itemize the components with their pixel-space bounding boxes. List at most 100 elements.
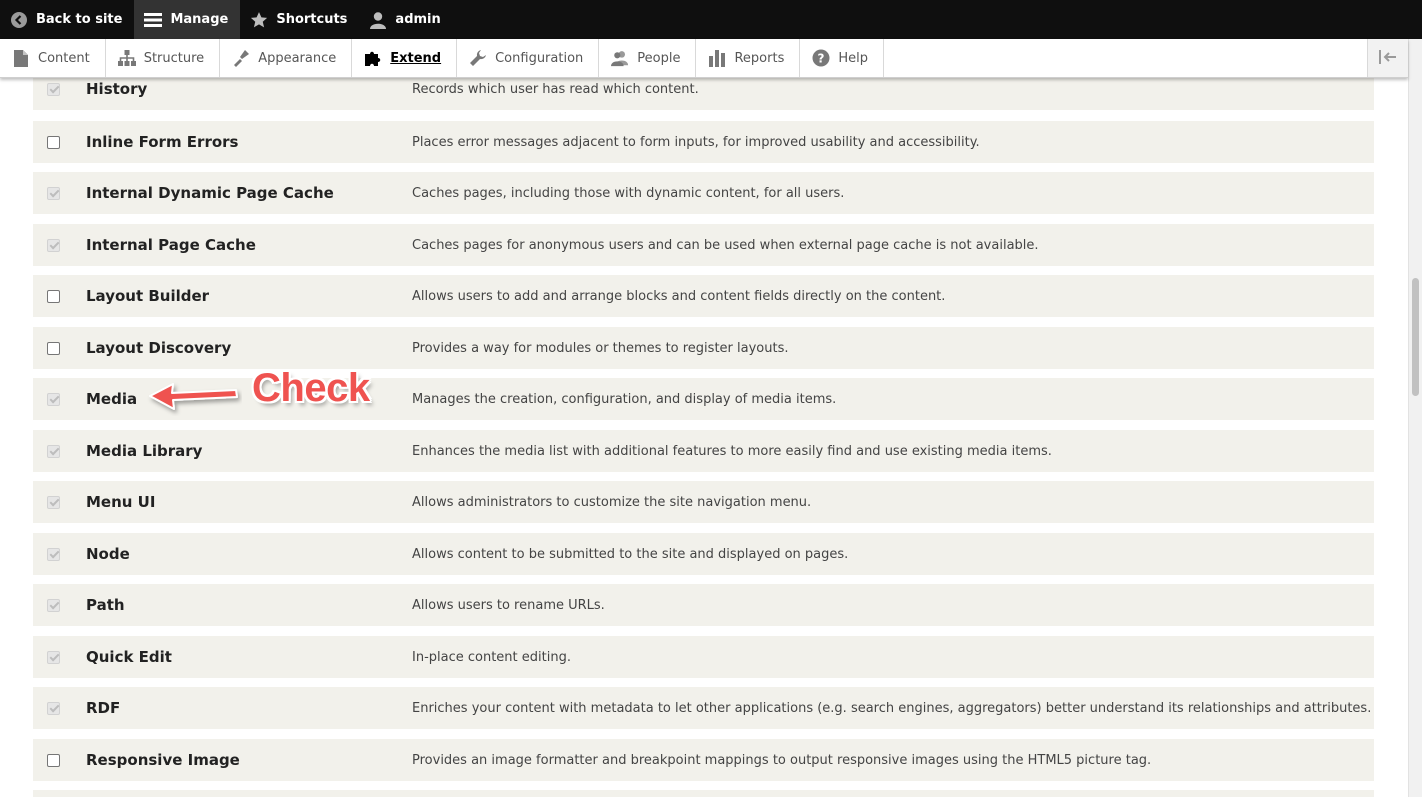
tray-item-reports[interactable]: Reports <box>696 39 801 77</box>
module-name[interactable]: Layout Builder <box>86 287 209 305</box>
tray-item-people[interactable]: People <box>599 39 697 77</box>
tray-item-help[interactable]: ? Help <box>800 39 884 77</box>
module-checkbox <box>47 495 60 509</box>
back-to-site-link[interactable]: Back to site <box>0 0 134 39</box>
module-row-inline-form-errors: Inline Form Errors Places error messages… <box>33 121 1374 163</box>
star-icon <box>250 11 268 29</box>
annotation-arrow-icon <box>149 383 238 410</box>
user-label: admin <box>395 12 441 27</box>
module-row-quick-edit: Quick Edit In-place content editing. <box>33 636 1374 678</box>
module-description: Allows content to be submitted to the si… <box>412 546 849 562</box>
module-row-path: Path Allows users to rename URLs. <box>33 584 1374 626</box>
module-description: Manages the creation, configuration, and… <box>412 391 837 407</box>
shortcuts-label: Shortcuts <box>276 12 348 27</box>
shortcuts-tab[interactable]: Shortcuts <box>240 0 359 39</box>
module-description: Provides an image formatter and breakpoi… <box>412 752 1152 768</box>
module-description: Caches pages, including those with dynam… <box>412 185 845 201</box>
admin-toolbar: Back to site Manage Shortcuts admin <box>0 0 1422 39</box>
tray-label: Reports <box>734 50 785 66</box>
module-checkbox <box>47 238 60 252</box>
tray-item-extend[interactable]: Extend <box>352 39 458 77</box>
tray-item-appearance[interactable]: Appearance <box>220 39 353 77</box>
module-checkbox <box>47 598 60 612</box>
module-description: Caches pages for anonymous users and can… <box>412 237 1039 253</box>
module-checkbox <box>47 650 60 664</box>
paintbrush-icon <box>232 49 250 67</box>
module-description: Allows administrators to customize the s… <box>412 494 812 510</box>
tray-label: Structure <box>143 50 205 66</box>
module-description: In-place content editing. <box>412 649 571 665</box>
bar-chart-icon <box>708 49 726 67</box>
people-icon <box>611 49 629 67</box>
tray-item-configuration[interactable]: Configuration <box>457 39 600 77</box>
module-row-layout-builder: Layout Builder Allows users to add and a… <box>33 275 1374 317</box>
module-description: Allows users to rename URLs. <box>412 597 605 613</box>
user-icon <box>369 11 387 29</box>
module-name[interactable]: Quick Edit <box>86 648 172 666</box>
back-arrow-icon <box>10 11 28 29</box>
module-name[interactable]: Internal Page Cache <box>86 236 256 254</box>
module-row-menu-ui: Menu UI Allows administrators to customi… <box>33 481 1374 523</box>
module-row-partial <box>33 790 1374 797</box>
module-name[interactable]: Layout Discovery <box>86 339 231 357</box>
tray-label: Appearance <box>258 50 337 66</box>
tray-label: Help <box>838 50 868 66</box>
svg-text:?: ? <box>818 52 825 66</box>
module-checkbox <box>47 392 60 406</box>
module-checkbox[interactable] <box>47 341 60 355</box>
module-checkbox <box>47 444 60 458</box>
scrollbar-thumb[interactable] <box>1412 278 1419 396</box>
module-name[interactable]: Inline Form Errors <box>86 133 238 151</box>
annotation-label: Check <box>252 366 370 410</box>
module-name[interactable]: History <box>86 80 147 98</box>
module-checkbox <box>47 82 60 96</box>
module-description: Places error messages adjacent to form i… <box>412 134 980 150</box>
module-row-internal-dynamic-page-cache: Internal Dynamic Page Cache Caches pages… <box>33 172 1374 214</box>
tray-orientation-toggle[interactable] <box>1367 39 1408 77</box>
hamburger-icon <box>144 11 163 29</box>
module-row-internal-page-cache: Internal Page Cache Caches pages for ano… <box>33 224 1374 266</box>
module-row-responsive-image: Responsive Image Provides an image forma… <box>33 739 1374 781</box>
tray-item-content[interactable]: Content <box>0 39 106 77</box>
back-to-site-label: Back to site <box>36 12 123 27</box>
module-checkbox <box>47 701 60 715</box>
puzzle-icon <box>364 49 382 67</box>
tray-item-structure[interactable]: Structure <box>106 39 221 77</box>
tray-label: People <box>637 50 681 66</box>
module-name[interactable]: Internal Dynamic Page Cache <box>86 184 334 202</box>
tray-label: Content <box>38 50 90 66</box>
module-name[interactable]: Path <box>86 596 125 614</box>
module-description: Allows users to add and arrange blocks a… <box>412 288 946 304</box>
module-name[interactable]: RDF <box>86 699 120 717</box>
wrench-icon <box>469 49 487 67</box>
collapse-arrow-icon <box>1378 49 1398 68</box>
module-checkbox[interactable] <box>47 289 60 303</box>
module-name[interactable]: Media Library <box>86 442 202 460</box>
module-description: Records which user has read which conten… <box>412 81 699 97</box>
manage-label: Manage <box>170 12 229 27</box>
user-tab[interactable]: admin <box>359 0 452 39</box>
module-description: Provides a way for modules or themes to … <box>412 340 789 356</box>
module-description: Enhances the media list with additional … <box>412 443 1052 459</box>
module-row-layout-discovery: Layout Discovery Provides a way for modu… <box>33 327 1374 369</box>
module-checkbox <box>47 186 60 200</box>
module-description: Enriches your content with metadata to l… <box>412 700 1372 716</box>
tray-label: Extend <box>390 50 442 66</box>
manage-tab[interactable]: Manage <box>134 0 241 39</box>
module-name[interactable]: Media <box>86 390 137 408</box>
page-scrollbar[interactable] <box>1408 39 1422 797</box>
module-row-rdf: RDF Enriches your content with metadata … <box>33 687 1374 729</box>
module-checkbox <box>47 547 60 561</box>
module-name[interactable]: Responsive Image <box>86 751 240 769</box>
module-checkbox[interactable] <box>47 135 60 149</box>
admin-tray: Content Structure Appearance Extend Conf… <box>0 39 1408 78</box>
sitemap-icon <box>117 49 136 67</box>
module-checkbox[interactable] <box>47 753 60 767</box>
module-name[interactable]: Menu UI <box>86 493 155 511</box>
module-row-node: Node Allows content to be submitted to t… <box>33 533 1374 575</box>
module-row-media-library: Media Library Enhances the media list wi… <box>33 430 1374 472</box>
tray-label: Configuration <box>495 50 584 66</box>
module-name[interactable]: Node <box>86 545 130 563</box>
help-icon: ? <box>812 49 830 67</box>
file-icon <box>12 49 30 67</box>
